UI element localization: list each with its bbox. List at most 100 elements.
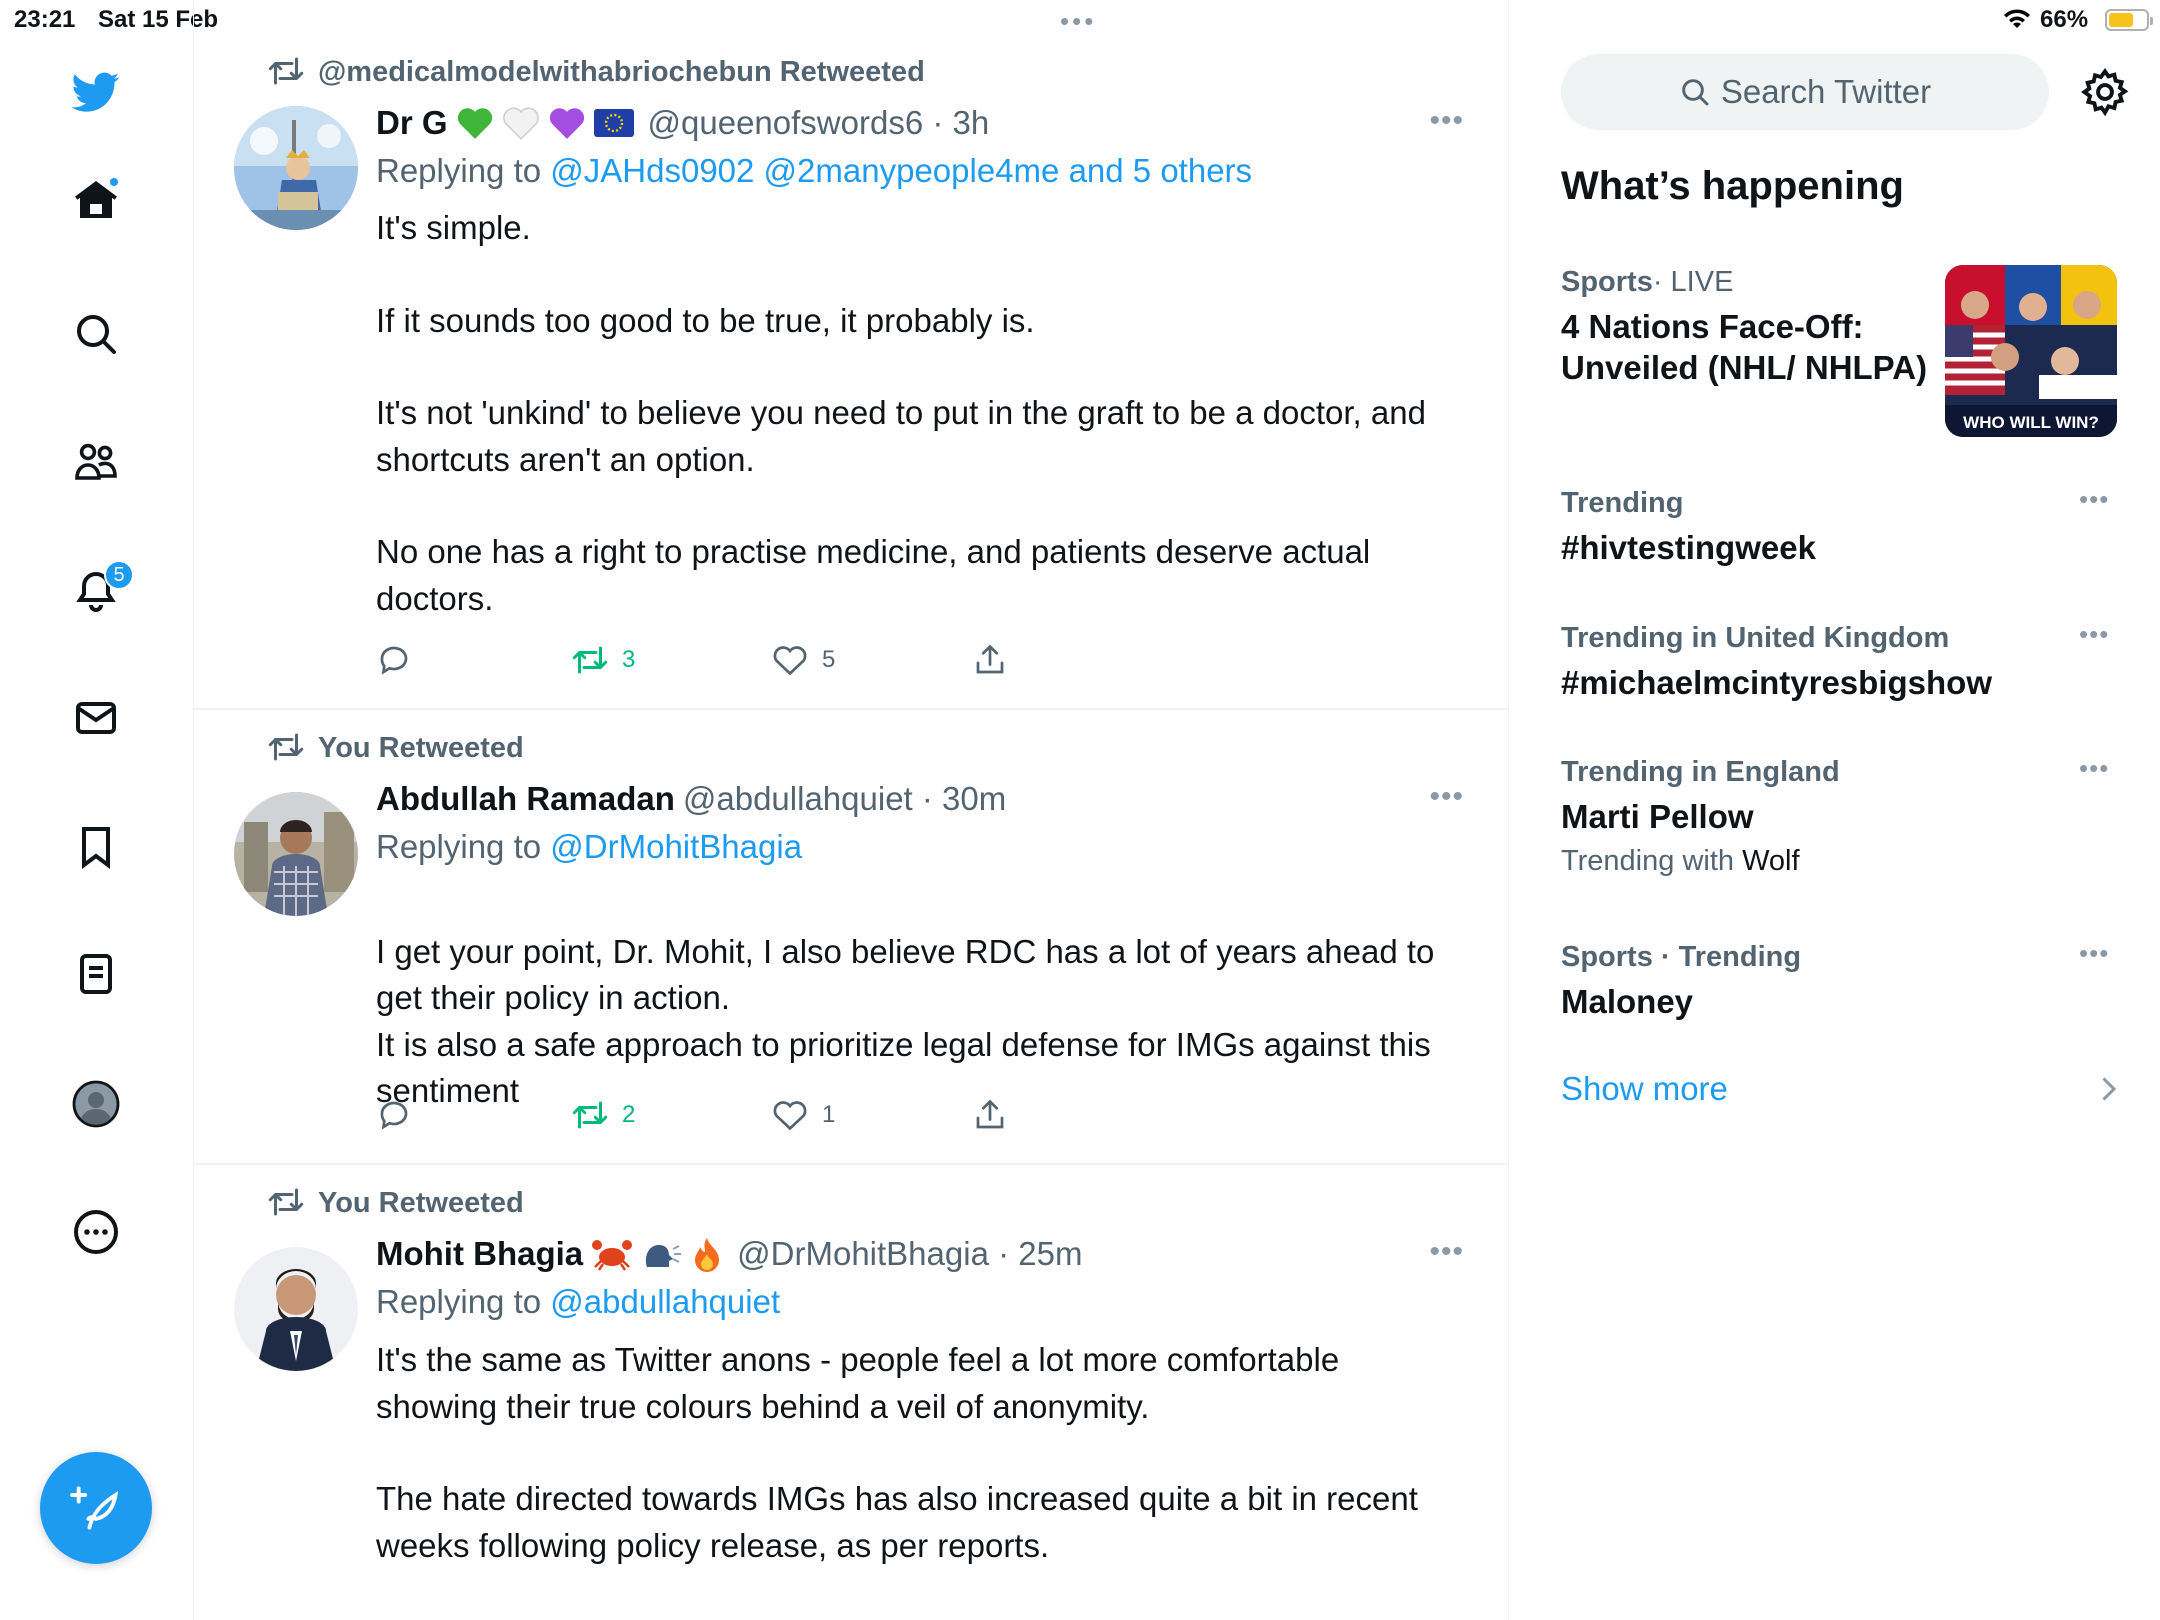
retweet-count: 3 (622, 646, 636, 673)
trend-title: #michaelmcintyresbigshow (1561, 664, 1992, 701)
chevron-right-icon (2102, 1077, 2117, 1101)
profile-avatar-icon (72, 1080, 120, 1128)
reply-button[interactable] (376, 1095, 426, 1135)
green-heart-icon (456, 105, 494, 141)
reply-mentions[interactable]: @abdullahquiet (550, 1283, 780, 1320)
nav-messages[interactable] (64, 686, 128, 750)
author-handle[interactable]: @queenofswords6 (648, 104, 924, 142)
replying-to-label: Replying to (376, 152, 542, 189)
nav-more[interactable] (64, 1200, 128, 1264)
heart-icon (773, 1101, 807, 1131)
gear-icon[interactable] (2079, 66, 2131, 118)
trend-more-button[interactable]: ••• (2079, 619, 2109, 650)
nav-explore[interactable] (64, 302, 128, 366)
nav-communities[interactable] (64, 430, 128, 494)
trend-title: 4 Nations Face-Off: Unveiled (NHL/ NHLPA… (1561, 308, 1928, 386)
wifi-icon (2004, 9, 2030, 28)
multitasking-dots[interactable]: ••• (1060, 6, 1096, 37)
tweet-text: It's the same as Twitter anons - people … (376, 1337, 1456, 1569)
heart-icon (773, 646, 807, 676)
author-name[interactable]: Abdullah Ramadan (376, 780, 675, 818)
search-input[interactable]: Search Twitter (1561, 54, 2049, 130)
trend-more-button[interactable]: ••• (2079, 484, 2109, 515)
trend-image[interactable]: WHO WILL WIN? (1945, 265, 2117, 437)
trend-item[interactable]: Trending in England Marti Pellow Trendin… (1561, 752, 2121, 878)
author-name[interactable]: Mohit Bhagia (376, 1235, 583, 1273)
trend-category: Sports (1561, 265, 1653, 298)
like-count: 5 (822, 646, 836, 673)
avatar[interactable] (234, 1247, 358, 1371)
tweet-paragraph: I get your point, Dr. Mohit, I also beli… (376, 932, 1435, 1110)
tweet-more-button[interactable]: ••• (1429, 104, 1464, 138)
trend-live-label: · LIVE (1652, 265, 1734, 298)
trend-meta: Trending in United Kingdom (1561, 621, 1950, 654)
share-icon (976, 644, 1004, 674)
hockey-players-image: WHO WILL WIN? (1945, 265, 2117, 437)
retweeted-by-label[interactable]: @medicalmodelwithabriochebun Retweeted (318, 56, 925, 89)
right-sidebar: Search Twitter What’s happening Sports ·… (1509, 40, 2160, 1620)
mohit-avatar (234, 1247, 358, 1371)
tweet-paragraph: It's simple. (376, 209, 531, 246)
nav-bookmarks[interactable] (64, 815, 128, 879)
tweet[interactable]: @medicalmodelwithabriochebun Retweeted D… (194, 40, 1508, 710)
status-time: 23:21 (14, 6, 76, 33)
reply-mentions[interactable]: @JAHds0902 @2manypeople4me and 5 others (550, 152, 1252, 189)
speaking-head-icon (641, 1237, 683, 1271)
avatar[interactable] (234, 106, 358, 230)
status-bar: 23:21 Sat 15 Feb ••• 66% (0, 0, 2160, 40)
show-more-link[interactable]: Show more (1561, 1070, 1728, 1108)
avatar[interactable] (234, 792, 358, 916)
whats-happening-title: What’s happening (1561, 164, 1904, 208)
tweet-more-button[interactable]: ••• (1429, 1235, 1464, 1269)
nav-lists[interactable] (64, 942, 128, 1006)
share-button[interactable] (972, 640, 1022, 680)
trend-item[interactable]: Sports · Trending Maloney (1561, 937, 2121, 1022)
author-name[interactable]: Dr G (376, 104, 448, 142)
tweet-time[interactable]: 30m (942, 780, 1006, 818)
twitter-logo[interactable] (64, 60, 128, 124)
battery-percent: 66% (2040, 6, 2089, 33)
trend-meta: Sports · LIVE (1561, 262, 1941, 302)
tweet[interactable]: You Retweeted Abdullah Ramadan @abdullah… (194, 710, 1508, 1165)
nav-home[interactable] (64, 168, 128, 232)
author-handle[interactable]: @DrMohitBhagia (737, 1235, 989, 1273)
trend-meta: Trending (1561, 486, 1684, 519)
trend-item[interactable]: Sports · LIVE 4 Nations Face-Off: Unveil… (1561, 262, 1941, 388)
nav-notifications[interactable]: 5 (64, 558, 134, 622)
tweet[interactable]: You Retweeted Mohit Bhagia @DrMohitBhagi… (194, 1165, 1508, 1620)
like-button[interactable]: 1 (772, 1095, 835, 1135)
tweet-paragraph: It's not 'unkind' to believe you need to… (376, 394, 1426, 478)
retweet-icon (572, 646, 608, 674)
author-handle[interactable]: @abdullahquiet (683, 780, 913, 818)
tweet-paragraph: No one has a right to practise medicine,… (376, 533, 1371, 617)
purple-heart-icon (548, 105, 586, 141)
replying-to-label: Replying to (376, 1283, 542, 1320)
reply-button[interactable] (376, 640, 426, 680)
tweet-time[interactable]: 3h (953, 104, 990, 142)
trend-item[interactable]: Trending #hivtestingweek (1561, 483, 2121, 568)
tweet-header: Mohit Bhagia @DrMohitBhagia · 25m (376, 1235, 1083, 1273)
trend-more-button[interactable]: ••• (2079, 753, 2109, 784)
feather-plus-icon (70, 1486, 119, 1530)
like-button[interactable]: 5 (772, 640, 835, 680)
search-icon (77, 315, 116, 354)
retweet-context: @medicalmodelwithabriochebun Retweeted (268, 54, 925, 90)
notifications-badge: 5 (104, 560, 134, 590)
fire-icon (691, 1236, 723, 1272)
share-button[interactable] (972, 1095, 1022, 1135)
tweet-time[interactable]: 25m (1018, 1235, 1082, 1273)
retweet-button[interactable]: 2 (572, 1095, 635, 1135)
replying-to: Replying to @DrMohitBhagia (376, 828, 802, 870)
retweet-icon (268, 1188, 304, 1216)
compose-tweet-button[interactable] (40, 1452, 152, 1564)
replying-to: Replying to @JAHds0902 @2manypeople4me a… (376, 152, 1252, 194)
trend-title: Marti Pellow (1561, 798, 1754, 835)
reply-mentions[interactable]: @DrMohitBhagia (550, 828, 802, 865)
trend-item[interactable]: Trending in United Kingdom #michaelmcint… (1561, 618, 2121, 703)
nav-profile[interactable] (64, 1072, 128, 1136)
tweet-more-button[interactable]: ••• (1429, 780, 1464, 814)
retweeted-by-label[interactable]: You Retweeted (318, 1187, 524, 1220)
retweet-button[interactable]: 3 (572, 640, 635, 680)
retweeted-by-label[interactable]: You Retweeted (318, 732, 524, 765)
trend-more-button[interactable]: ••• (2079, 938, 2109, 969)
